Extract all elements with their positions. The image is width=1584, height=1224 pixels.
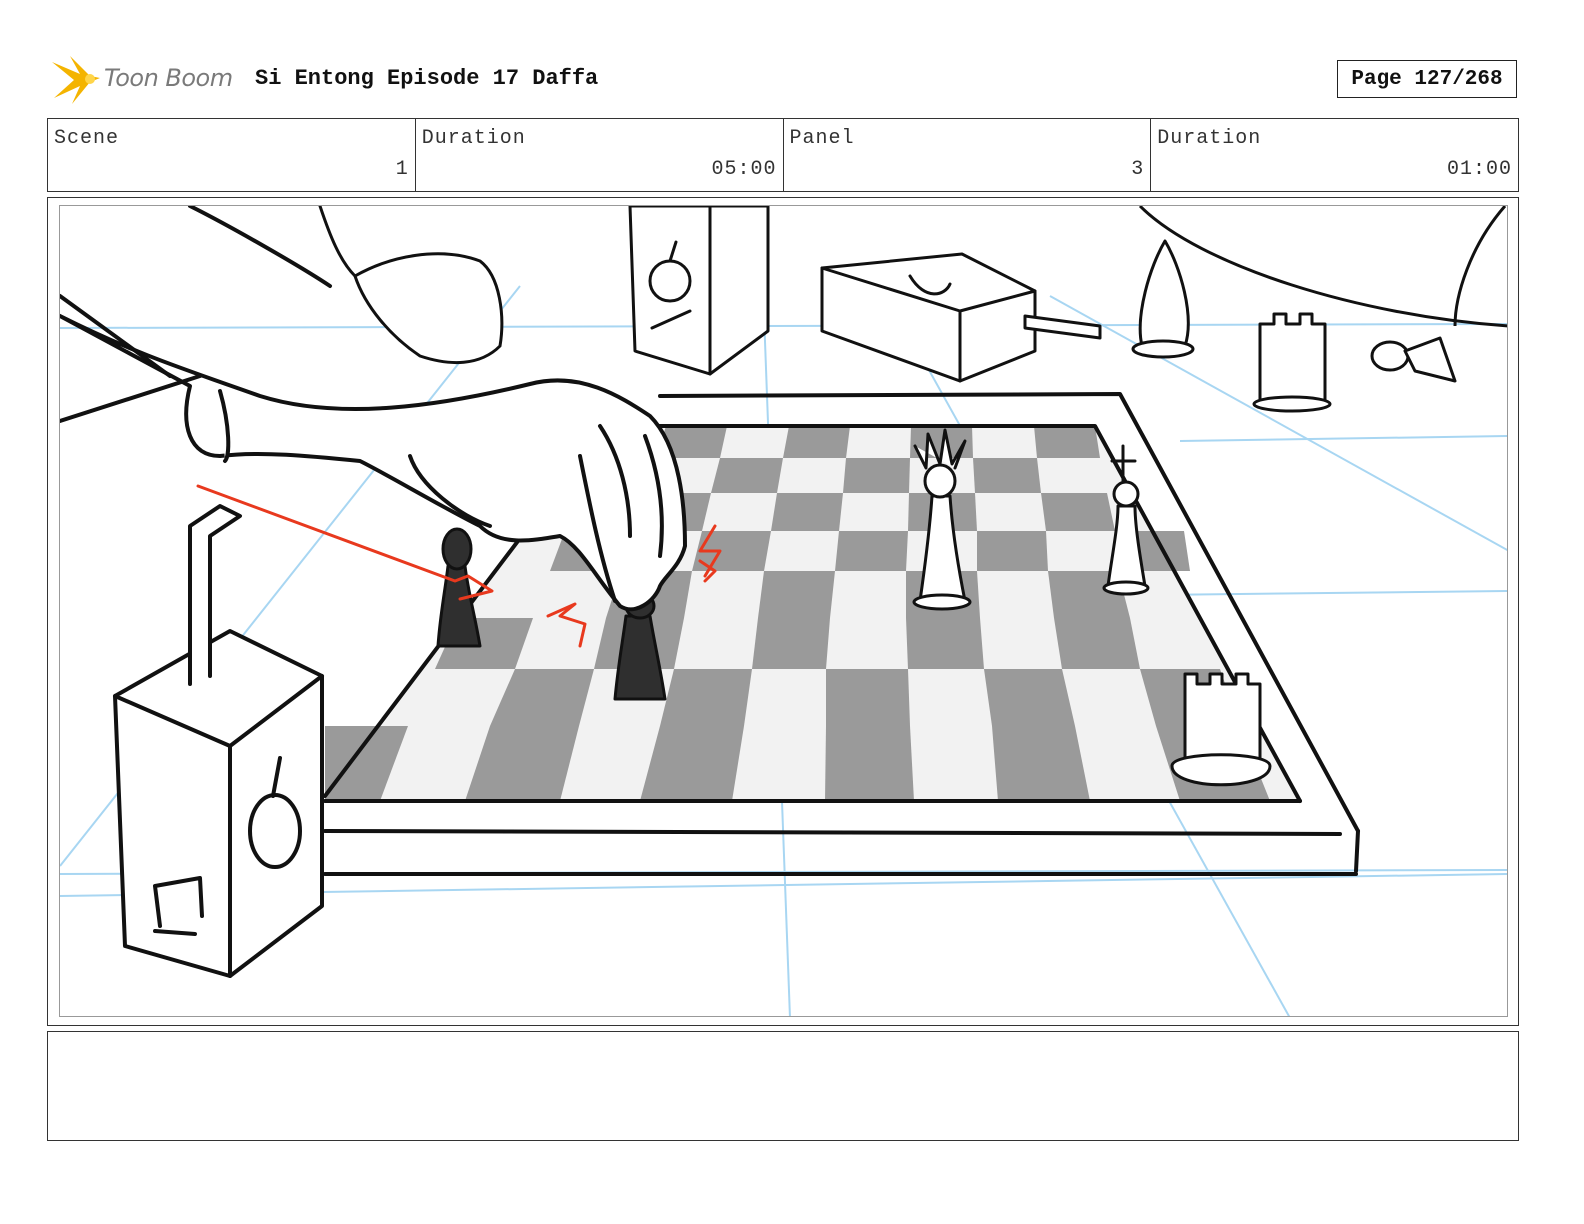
panel-duration-cell: Duration 01:00 (1151, 119, 1518, 191)
scene-label: Scene (54, 127, 120, 150)
panel-label: Panel (789, 127, 855, 150)
toon-boom-logo: Toon Boom (50, 52, 240, 108)
panel-duration-value: 01:00 (1446, 158, 1512, 181)
flash-icon (52, 56, 100, 104)
juice-box-back (628, 206, 770, 376)
juice-box-front (113, 504, 324, 978)
scene-info-row: Scene 1 Duration 05:00 Panel 3 Duration … (47, 118, 1519, 192)
chess-scene-sketch (60, 206, 1507, 1016)
background-cushion (1138, 206, 1507, 328)
storyboard-panel-frame (47, 197, 1519, 1026)
background-shoe (318, 206, 504, 365)
scene-duration-cell: Duration 05:00 (416, 119, 784, 191)
scene-duration-label: Duration (421, 127, 526, 150)
page-number: Page 127/268 (1337, 60, 1517, 98)
scene-value: 1 (395, 158, 409, 181)
document-title: Si Entong Episode 17 Daffa (255, 66, 599, 91)
storyboard-panel-image (59, 205, 1508, 1017)
panel-duration-label: Duration (1157, 127, 1262, 150)
panel-value: 3 (1131, 158, 1145, 181)
background-pieces (1131, 239, 1457, 413)
logo-text: Toon Boom (104, 64, 233, 92)
tissue-box (820, 252, 1102, 383)
scene-cell: Scene 1 (48, 119, 416, 191)
scene-duration-value: 05:00 (711, 158, 777, 181)
panel-notes-box (47, 1031, 1519, 1141)
panel-cell: Panel 3 (784, 119, 1152, 191)
